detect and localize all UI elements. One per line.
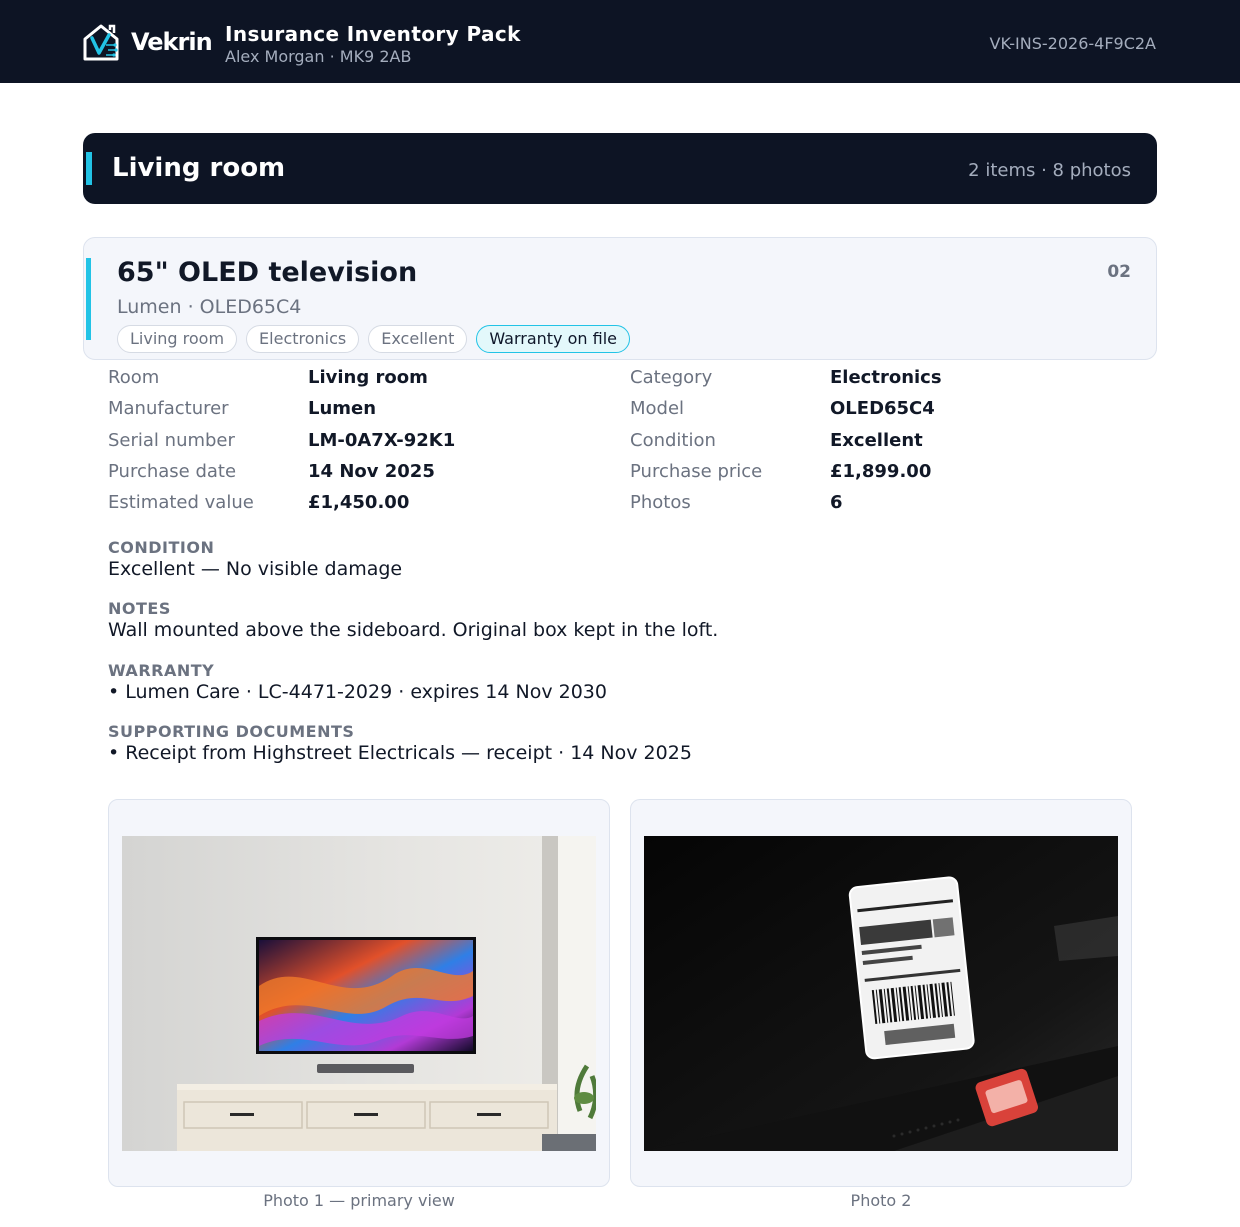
warranty-text: • Lumen Care · LC-4471-2029 · expires 14…: [108, 681, 607, 703]
tag-warranty: Warranty on file: [476, 325, 630, 353]
condition-label: CONDITION: [108, 538, 215, 557]
detail-value: Electronics: [830, 367, 942, 388]
room-accent-bar: [86, 152, 92, 185]
detail-value: 14 Nov 2025: [308, 461, 435, 482]
item-accent-bar: [86, 258, 91, 340]
detail-value: £1,899.00: [830, 461, 932, 482]
detail-value: Living room: [308, 367, 428, 388]
detail-row: Room Living room Category Electronics: [108, 367, 1108, 391]
header-bar: Vekrin Insurance Inventory Pack Alex Mor…: [0, 0, 1240, 83]
detail-value: £1,450.00: [308, 492, 410, 513]
detail-label: Purchase price: [630, 461, 763, 482]
brand-name: Vekrin: [131, 28, 213, 56]
warranty-label: WARRANTY: [108, 661, 215, 680]
room-banner: Living room 2 items · 8 photos: [83, 133, 1157, 204]
house-logo-icon: [83, 24, 119, 61]
item-subtitle: Lumen · OLED65C4: [117, 296, 302, 318]
item-card: 65" OLED television Lumen · OLED65C4 02 …: [83, 237, 1157, 360]
detail-row: Purchase date 14 Nov 2025 Purchase price…: [108, 461, 1108, 485]
item-number: 02: [1107, 262, 1131, 282]
photo-living-room-tv: [122, 836, 596, 1151]
detail-row: Serial number LM-0A7X-92K1 Condition Exc…: [108, 430, 1108, 454]
detail-label: Serial number: [108, 430, 235, 451]
documents-section: SUPPORTING DOCUMENTS • Receipt from High…: [108, 722, 1108, 764]
detail-label: Condition: [630, 430, 716, 451]
detail-label: Category: [630, 367, 713, 388]
detail-label: Estimated value: [108, 492, 254, 513]
detail-row: Estimated value £1,450.00 Photos 6: [108, 492, 1108, 516]
notes-text: Wall mounted above the sideboard. Origin…: [108, 619, 719, 641]
detail-label: Room: [108, 367, 160, 388]
pack-title: Insurance Inventory Pack: [225, 22, 521, 46]
detail-label: Purchase date: [108, 461, 237, 482]
pack-subtitle: Alex Morgan · MK9 2AB: [225, 47, 412, 66]
photo-card[interactable]: [108, 799, 610, 1187]
detail-row: Manufacturer Lumen Model OLED65C4: [108, 398, 1108, 422]
detail-value: 6: [830, 492, 843, 513]
photo-caption: Photo 2: [850, 1191, 912, 1210]
item-title: 65" OLED television: [117, 257, 418, 288]
tag-category: Electronics: [246, 325, 360, 353]
tag-list: Living room Electronics Excellent Warran…: [117, 325, 630, 353]
warranty-section: WARRANTY • Lumen Care · LC-4471-2029 · e…: [108, 661, 1108, 703]
photo-serial-label: [644, 836, 1118, 1151]
detail-value: Excellent: [830, 430, 923, 451]
documents-text: • Receipt from Highstreet Electricals — …: [108, 742, 692, 764]
tag-room: Living room: [117, 325, 238, 353]
photo-caption: Photo 1 — primary view: [263, 1191, 455, 1210]
room-meta: 2 items · 8 photos: [968, 160, 1131, 181]
detail-value: LM-0A7X-92K1: [308, 430, 456, 451]
condition-section: CONDITION Excellent — No visible damage: [108, 538, 1108, 580]
detail-label: Photos: [630, 492, 691, 513]
reference-id: VK-INS-2026-4F9C2A: [989, 34, 1157, 53]
detail-value: Lumen: [308, 398, 377, 419]
condition-text: Excellent — No visible damage: [108, 558, 403, 580]
notes-label: NOTES: [108, 599, 171, 618]
room-name: Living room: [112, 153, 286, 183]
photo-card[interactable]: [630, 799, 1132, 1187]
notes-section: NOTES Wall mounted above the sideboard. …: [108, 599, 1108, 641]
detail-label: Model: [630, 398, 685, 419]
documents-label: SUPPORTING DOCUMENTS: [108, 722, 355, 741]
detail-label: Manufacturer: [108, 398, 229, 419]
detail-value: OLED65C4: [830, 398, 935, 419]
tag-condition: Excellent: [368, 325, 468, 353]
